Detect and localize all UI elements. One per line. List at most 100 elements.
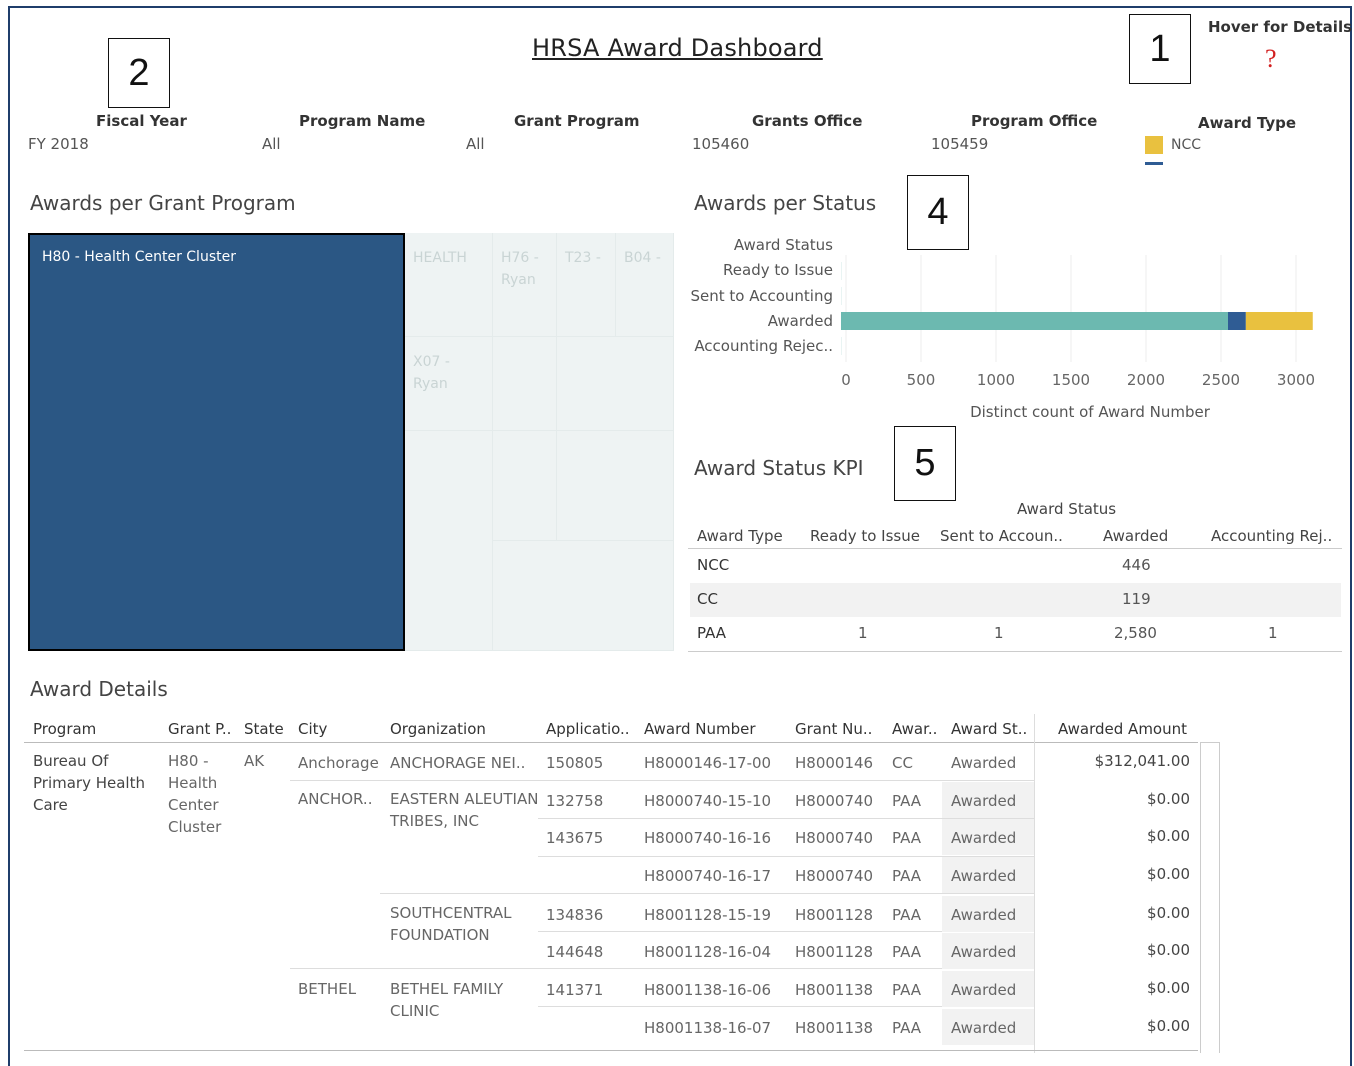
details-awarded-amount-cell: $0.00: [1040, 977, 1190, 999]
details-award-number-cell: H8000740-16-16: [644, 827, 771, 849]
details-award-status-cell: Awarded: [951, 979, 1016, 1001]
treemap-cell-small[interactable]: [493, 431, 557, 541]
details-application-cell: 143675: [546, 827, 603, 849]
details-city-cell: ANCHOR..: [298, 788, 372, 810]
kpi-cell: 119: [1122, 590, 1151, 608]
treemap-cell-small[interactable]: [405, 431, 493, 651]
kpi-cell: 1: [994, 624, 1004, 642]
details-grant-program-cell: H80 - Health Center Cluster: [168, 750, 238, 838]
details-awarded-amount-cell: $0.00: [1040, 1015, 1190, 1037]
details-col-city: City: [298, 720, 327, 738]
bar-ncc[interactable]: [1246, 312, 1313, 330]
bar-cc[interactable]: [1228, 312, 1246, 330]
details-award-number-cell: H8000740-16-17: [644, 865, 771, 887]
details-awarded-amount-cell: $312,041.00: [1040, 750, 1190, 772]
details-col-application: Applicatio..: [546, 720, 630, 738]
details-col-grant-program: Grant P..: [168, 720, 231, 738]
bar-paa[interactable]: [841, 312, 1228, 330]
kpi-cell: PAA: [697, 624, 726, 642]
details-award-status-cell: Awarded: [951, 790, 1016, 812]
row-divider: [290, 968, 1035, 969]
details-application-cell: 134836: [546, 904, 603, 926]
treemap-cell-small[interactable]: [557, 431, 674, 541]
details-grant-number-cell: H8001138: [795, 1017, 873, 1039]
kpi-cell: 1: [1268, 624, 1278, 642]
details-application-cell: 132758: [546, 790, 603, 812]
details-awarded-amount-cell: $0.00: [1040, 902, 1190, 924]
details-award-status-cell: Awarded: [951, 865, 1016, 887]
status-x-axis-title: Distinct count of Award Number: [900, 403, 1280, 421]
details-application-cell: 144648: [546, 941, 603, 963]
details-award-status-cell: Awarded: [951, 904, 1016, 926]
x-tick-label: 1500: [1052, 371, 1090, 389]
details-col-state: State: [244, 720, 284, 738]
details-col-award-status: Award St..: [951, 720, 1027, 738]
kpi-cell: CC: [697, 590, 718, 608]
details-org-cell: BETHEL FAMILY CLINIC: [390, 978, 530, 1022]
details-award-number-cell: H8001138-16-06: [644, 979, 771, 1001]
details-award-type-cell: PAA: [892, 790, 921, 812]
status-bar-chart: 050010001500200025003000: [0, 0, 1354, 430]
kpi-cell: 446: [1122, 556, 1151, 574]
details-award-number-cell: H8001128-15-19: [644, 904, 771, 926]
details-col-grant-number: Grant Nu..: [795, 720, 872, 738]
kpi-cell: NCC: [697, 556, 729, 574]
details-award-type-cell: PAA: [892, 1017, 921, 1039]
details-col-program: Program: [33, 720, 96, 738]
details-col-organization: Organization: [390, 720, 486, 738]
details-grant-number-cell: H8001138: [795, 979, 873, 1001]
details-col-award-type: Awar..: [892, 720, 937, 738]
details-award-status-cell: Awarded: [951, 941, 1016, 963]
details-award-type-cell: PAA: [892, 941, 921, 963]
details-org-cell: ANCHORAGE NEI..: [390, 752, 540, 774]
kpi-row-ncc: NCC 446: [690, 549, 1341, 583]
details-application-cell: 141371: [546, 979, 603, 1001]
details-award-status-cell: Awarded: [951, 752, 1016, 774]
details-program-cell: Bureau Of Primary Health Care: [33, 750, 158, 816]
row-divider: [380, 893, 1035, 894]
details-awarded-amount-cell: $0.00: [1040, 788, 1190, 810]
details-awarded-amount-cell: $0.00: [1040, 863, 1190, 885]
kpi-col-awarded: Awarded: [1103, 527, 1168, 545]
x-tick-label: 0: [841, 371, 851, 389]
row-divider: [290, 780, 1035, 781]
details-city-cell: Anchorage: [298, 752, 379, 774]
details-awarded-amount-cell: $0.00: [1040, 825, 1190, 847]
details-city-cell: BETHEL: [298, 978, 356, 1000]
details-grant-number-cell: H8001128: [795, 941, 873, 963]
kpi-col-award-type: Award Type: [697, 527, 783, 545]
kpi-col-accounting-rejected: Accounting Rej..: [1211, 527, 1332, 545]
kpi-row-paa: PAA 1 1 2,580 1: [690, 617, 1341, 651]
kpi-group-header: Award Status: [1017, 500, 1116, 518]
details-header-divider: [24, 742, 1198, 743]
kpi-title: Award Status KPI: [694, 456, 864, 480]
details-award-number-cell: H8000740-15-10: [644, 790, 771, 812]
treemap-cell-small[interactable]: [493, 541, 674, 651]
details-award-type-cell: PAA: [892, 865, 921, 887]
kpi-bottom-divider: [688, 651, 1342, 652]
x-tick-label: 1000: [977, 371, 1015, 389]
kpi-cell: 2,580: [1114, 624, 1157, 642]
details-grant-number-cell: H8000146: [795, 752, 873, 774]
details-org-cell: SOUTHCENTRAL FOUNDATION: [390, 902, 530, 946]
x-tick-label: 2000: [1127, 371, 1165, 389]
details-award-status-cell: Awarded: [951, 827, 1016, 849]
kpi-row-cc: CC 119: [690, 583, 1341, 617]
x-tick-label: 2500: [1202, 371, 1240, 389]
details-award-number-cell: H8001128-16-04: [644, 941, 771, 963]
details-award-number-cell: H8000146-17-00: [644, 752, 771, 774]
details-award-type-cell: PAA: [892, 904, 921, 926]
annotation-5: 5: [894, 426, 956, 501]
column-divider: [1034, 714, 1035, 1053]
details-application-cell: 150805: [546, 752, 603, 774]
details-bottom-divider: [24, 1050, 1198, 1051]
details-grant-number-cell: H8001128: [795, 904, 873, 926]
details-org-cell: EASTERN ALEUTIAN TRIBES, INC: [390, 788, 540, 832]
details-award-type-cell: PAA: [892, 979, 921, 1001]
details-col-awarded-amount: Awarded Amount: [1058, 720, 1187, 738]
details-award-type-cell: CC: [892, 752, 913, 774]
details-award-number-cell: H8001138-16-07: [644, 1017, 771, 1039]
details-scrollbar[interactable]: [1200, 742, 1220, 1053]
kpi-col-sent-to-accounting: Sent to Accoun..: [940, 527, 1063, 545]
details-state-cell: AK: [244, 750, 264, 772]
